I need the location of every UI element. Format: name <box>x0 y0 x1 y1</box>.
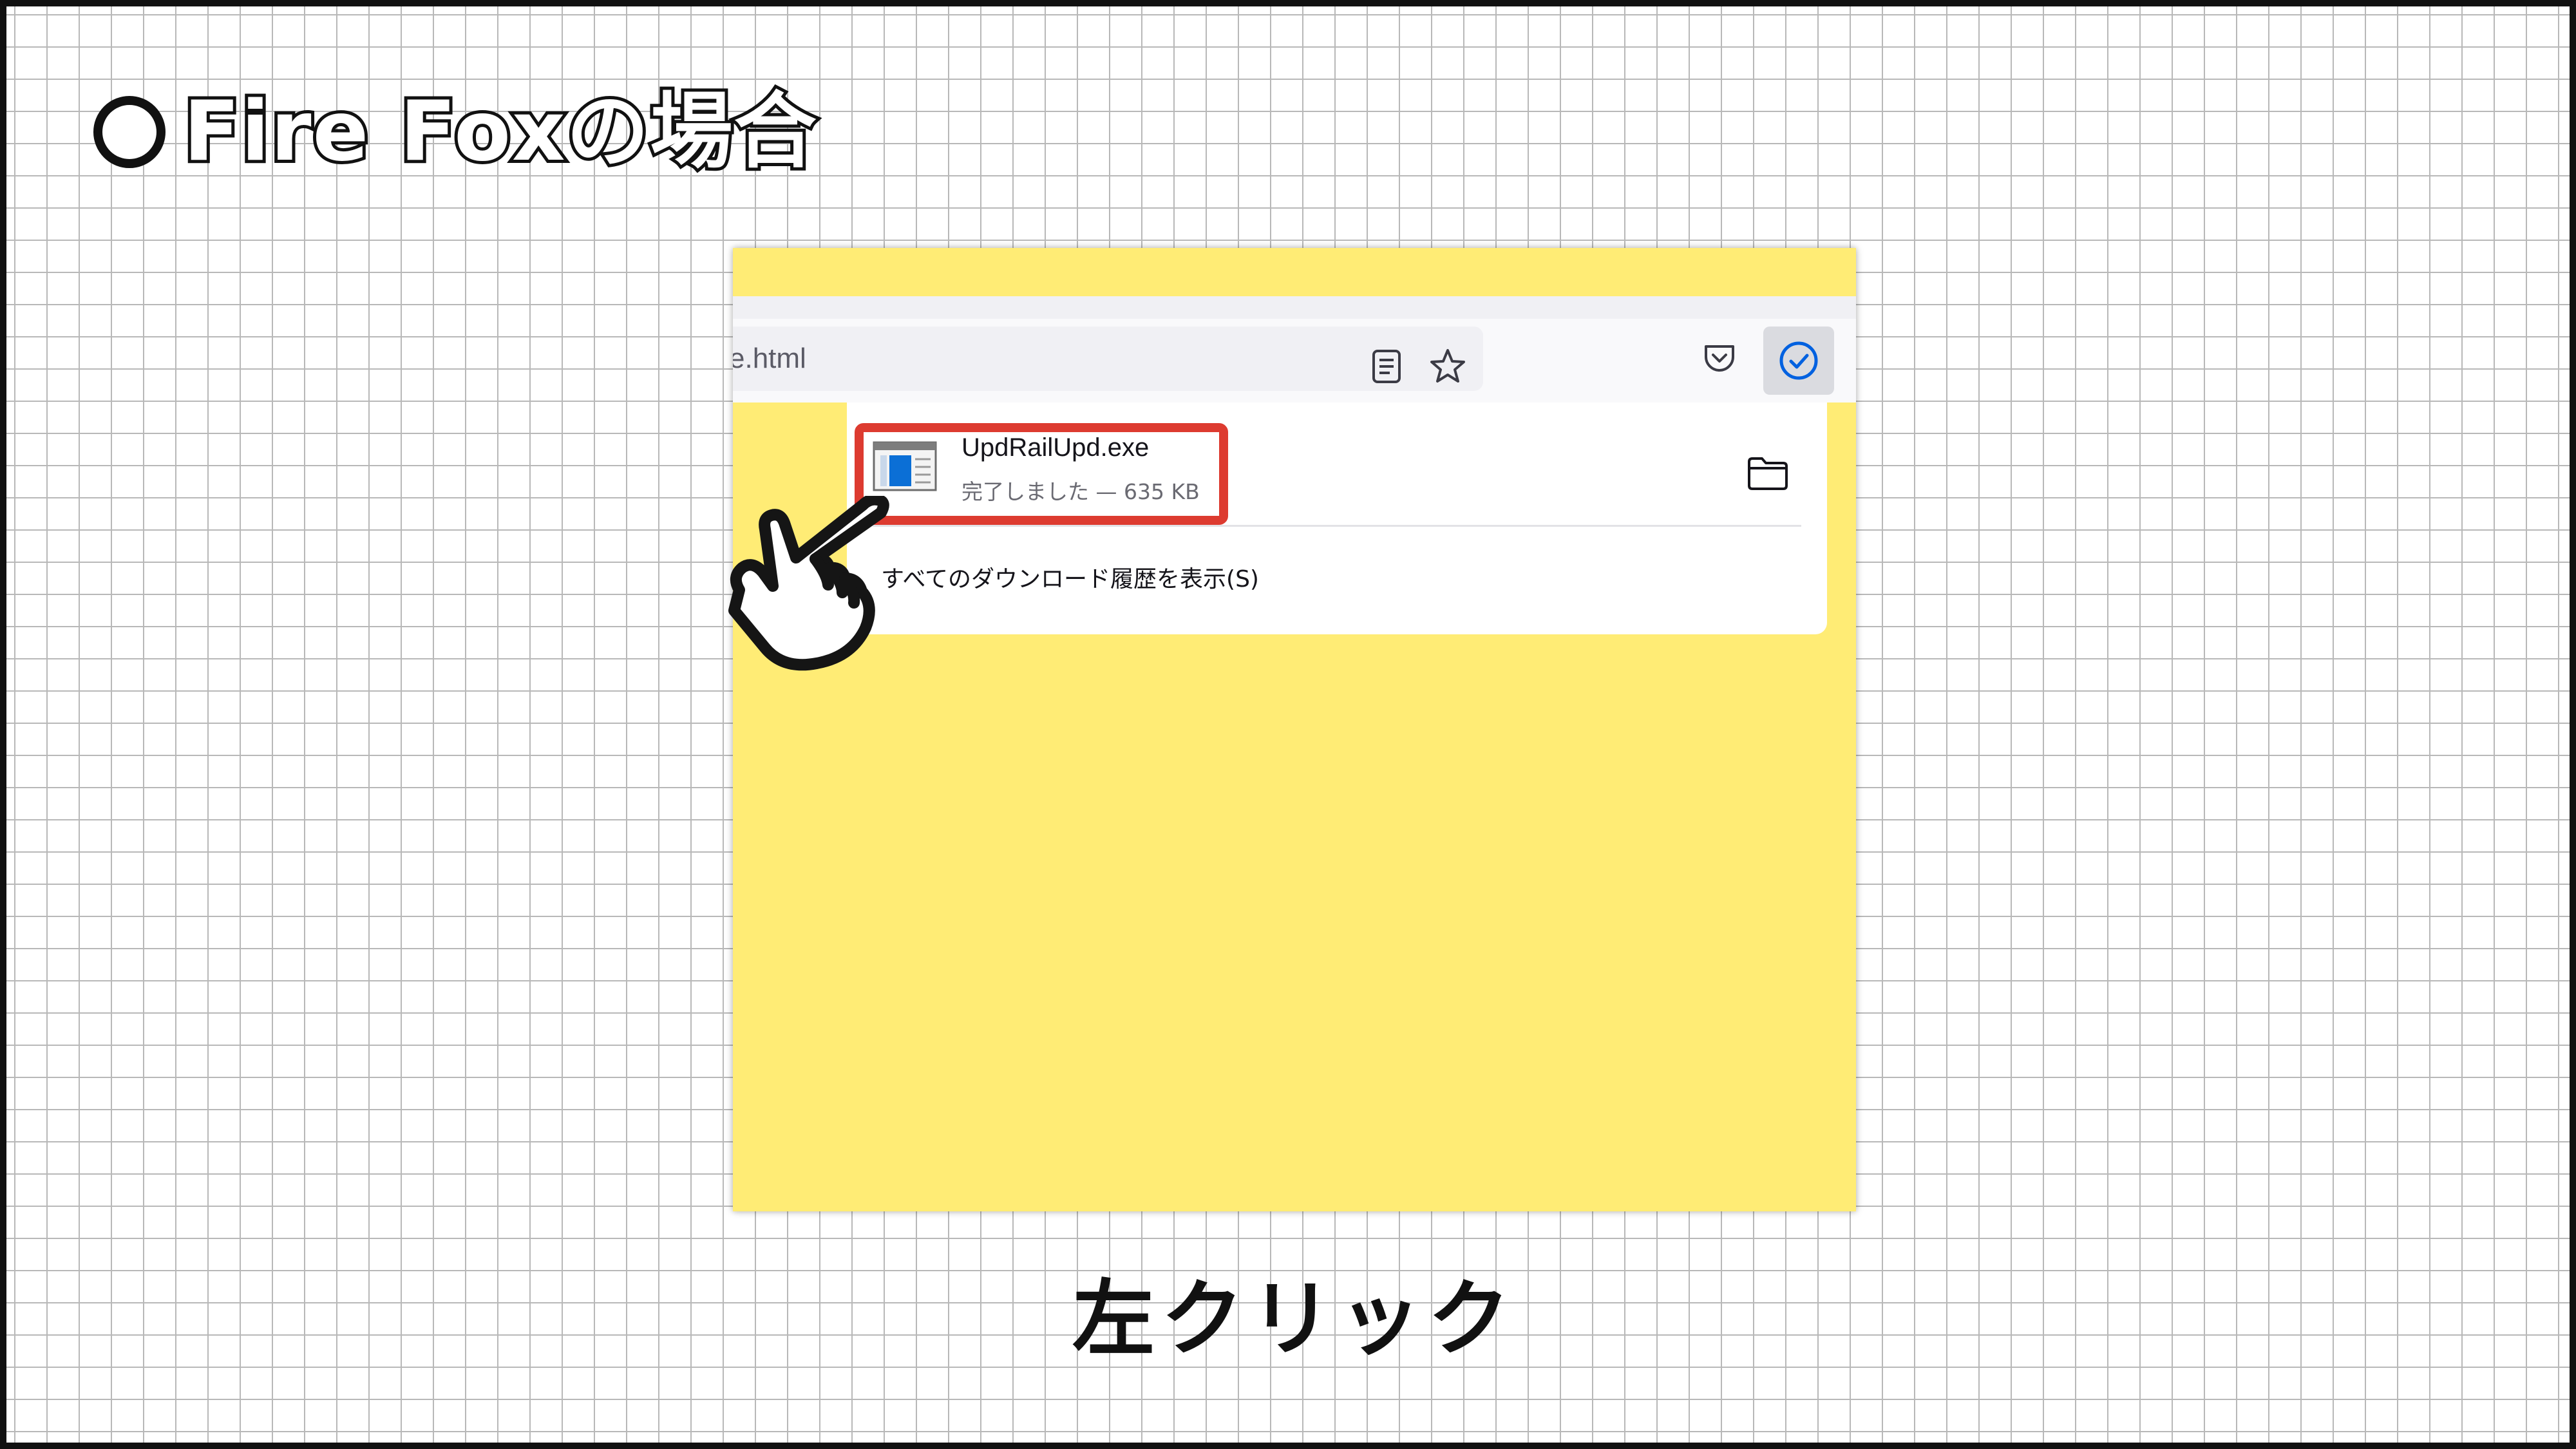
downloads-check-icon <box>1779 341 1818 380</box>
bookmark-star-icon[interactable] <box>1426 345 1470 388</box>
url-bar[interactable]: e.html <box>733 327 1483 391</box>
caption-text: 左クリック <box>1072 1271 1517 1367</box>
url-text: e.html <box>733 343 806 374</box>
panel-divider <box>873 525 1801 527</box>
pocket-icon[interactable] <box>1699 338 1740 379</box>
reader-view-icon[interactable] <box>1366 346 1407 387</box>
download-file-name: UpdRailUpd.exe <box>961 433 1150 462</box>
pointing-hand-icon <box>728 496 889 671</box>
download-item[interactable]: UpdRailUpd.exe 完了しました — 635 KB <box>860 422 1813 504</box>
download-status: 完了しました — 635 KB <box>961 479 1200 504</box>
heading-circle-marker <box>93 96 166 168</box>
heading-text: Fire Foxの場合 <box>180 84 820 180</box>
exe-window-icon <box>873 441 937 491</box>
show-all-downloads-link[interactable]: すべてのダウンロード履歴を表示(S) <box>881 560 1259 594</box>
tutorial-slide: Fire Foxの場合 e.html UpdRailUpd.exe 完了しました… <box>0 0 2576 1449</box>
firefox-window-screenshot: e.html UpdRailUpd.exe 完了しました — 635 KB すべ… <box>733 248 1856 1211</box>
section-heading: Fire Foxの場合 <box>93 77 820 187</box>
downloads-button[interactable] <box>1763 327 1834 395</box>
folder-icon[interactable] <box>1747 455 1789 491</box>
downloads-panel: UpdRailUpd.exe 完了しました — 635 KB すべてのダウンロー… <box>847 402 1827 634</box>
navigation-toolbar: e.html <box>733 319 1856 402</box>
